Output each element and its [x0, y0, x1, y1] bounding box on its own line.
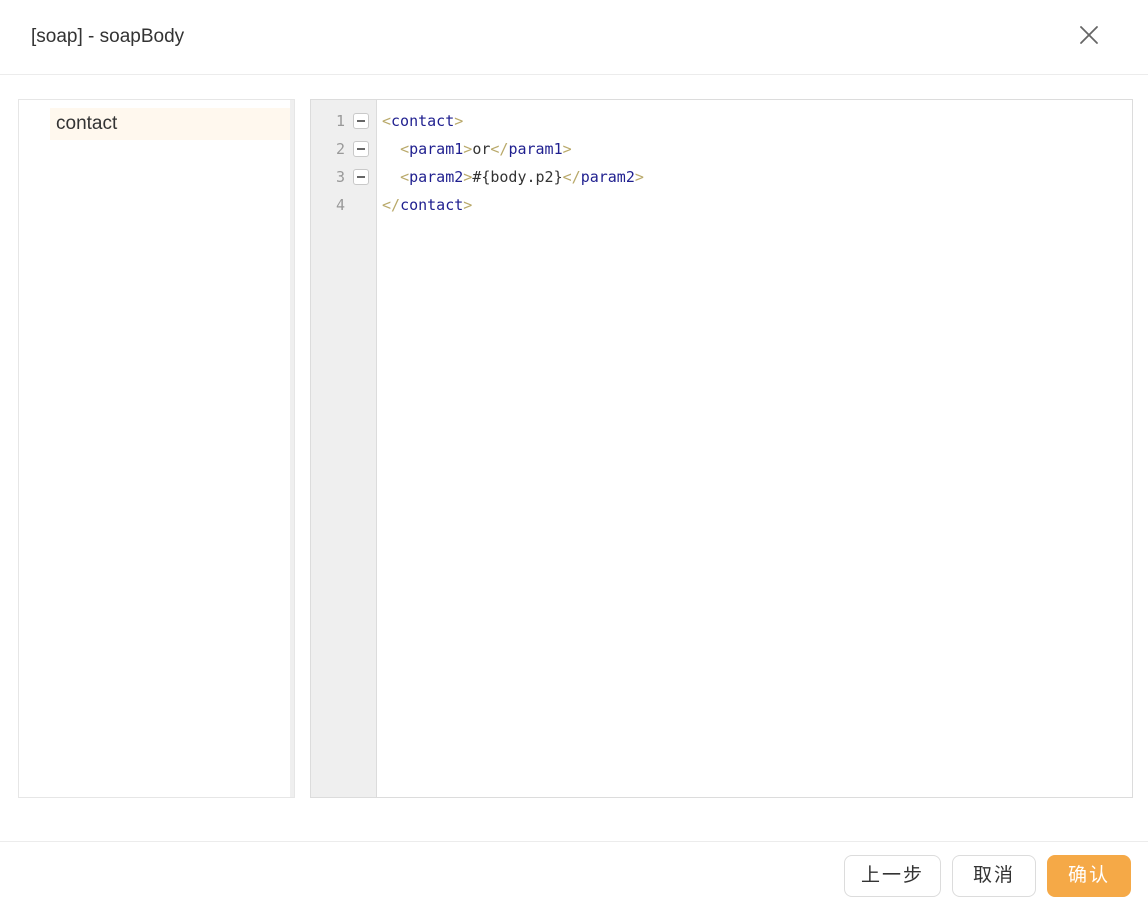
- code-line[interactable]: 3 <param2>#{body.p2}</param2>: [311, 163, 1132, 191]
- previous-step-button[interactable]: 上一步: [844, 855, 941, 897]
- code-token: <: [400, 168, 410, 186]
- code-text: </contact>: [382, 191, 472, 219]
- code-token: param1: [409, 140, 464, 158]
- code-token: #{body.p2}: [472, 168, 563, 186]
- line-number: 2: [335, 140, 345, 158]
- code-token: param2: [580, 168, 635, 186]
- line-number: 1: [335, 112, 345, 130]
- code-text: <param2>#{body.p2}</param2>: [382, 163, 644, 191]
- code-token: or: [472, 140, 491, 158]
- confirm-button[interactable]: 确认: [1047, 855, 1131, 897]
- close-icon[interactable]: [1076, 22, 1102, 48]
- dialog-header: [soap] - soapBody: [0, 0, 1148, 75]
- code-text: <param1>or</param1>: [382, 135, 572, 163]
- code-text: <contact>: [382, 107, 463, 135]
- node-tree-panel: contact: [18, 99, 295, 798]
- code-token: >: [634, 168, 644, 186]
- code-line[interactable]: 2 <param1>or</param1>: [311, 135, 1132, 163]
- tree-scrollbar[interactable]: [290, 100, 294, 797]
- soap-body-dialog: [soap] - soapBody contact 1 <contact> 2 <p…: [0, 0, 1148, 917]
- code-token: contact: [400, 196, 464, 214]
- code-line[interactable]: 1 <contact>: [311, 107, 1132, 135]
- code-token: </: [562, 168, 581, 186]
- dialog-footer: 上一步 取消 确认: [0, 841, 1148, 917]
- code-token: >: [454, 112, 464, 130]
- xml-code-editor[interactable]: 1 <contact> 2 <param1>or</param1> 3 <param2…: [310, 99, 1133, 798]
- fold-toggle-icon[interactable]: [353, 169, 369, 185]
- code-token: >: [463, 196, 473, 214]
- fold-toggle-icon[interactable]: [353, 141, 369, 157]
- code-line[interactable]: 4 </contact>: [311, 191, 1132, 219]
- code-token: >: [463, 168, 473, 186]
- code-token: param2: [409, 168, 464, 186]
- code-token: param1: [508, 140, 563, 158]
- fold-toggle-icon[interactable]: [353, 113, 369, 129]
- code-token: </: [382, 196, 401, 214]
- cancel-button[interactable]: 取消: [952, 855, 1036, 897]
- code-token: <: [400, 140, 410, 158]
- code-token: <: [382, 112, 392, 130]
- code-token: contact: [391, 112, 455, 130]
- line-number: 4: [335, 196, 345, 214]
- code-token: </: [490, 140, 509, 158]
- code-token: >: [562, 140, 572, 158]
- dialog-body: contact 1 <contact> 2 <param1>or</param1> 3…: [0, 75, 1148, 841]
- tree-node-contact[interactable]: contact: [50, 108, 292, 140]
- line-number: 3: [335, 168, 345, 186]
- code-token: >: [463, 140, 473, 158]
- dialog-title: [soap] - soapBody: [31, 26, 185, 47]
